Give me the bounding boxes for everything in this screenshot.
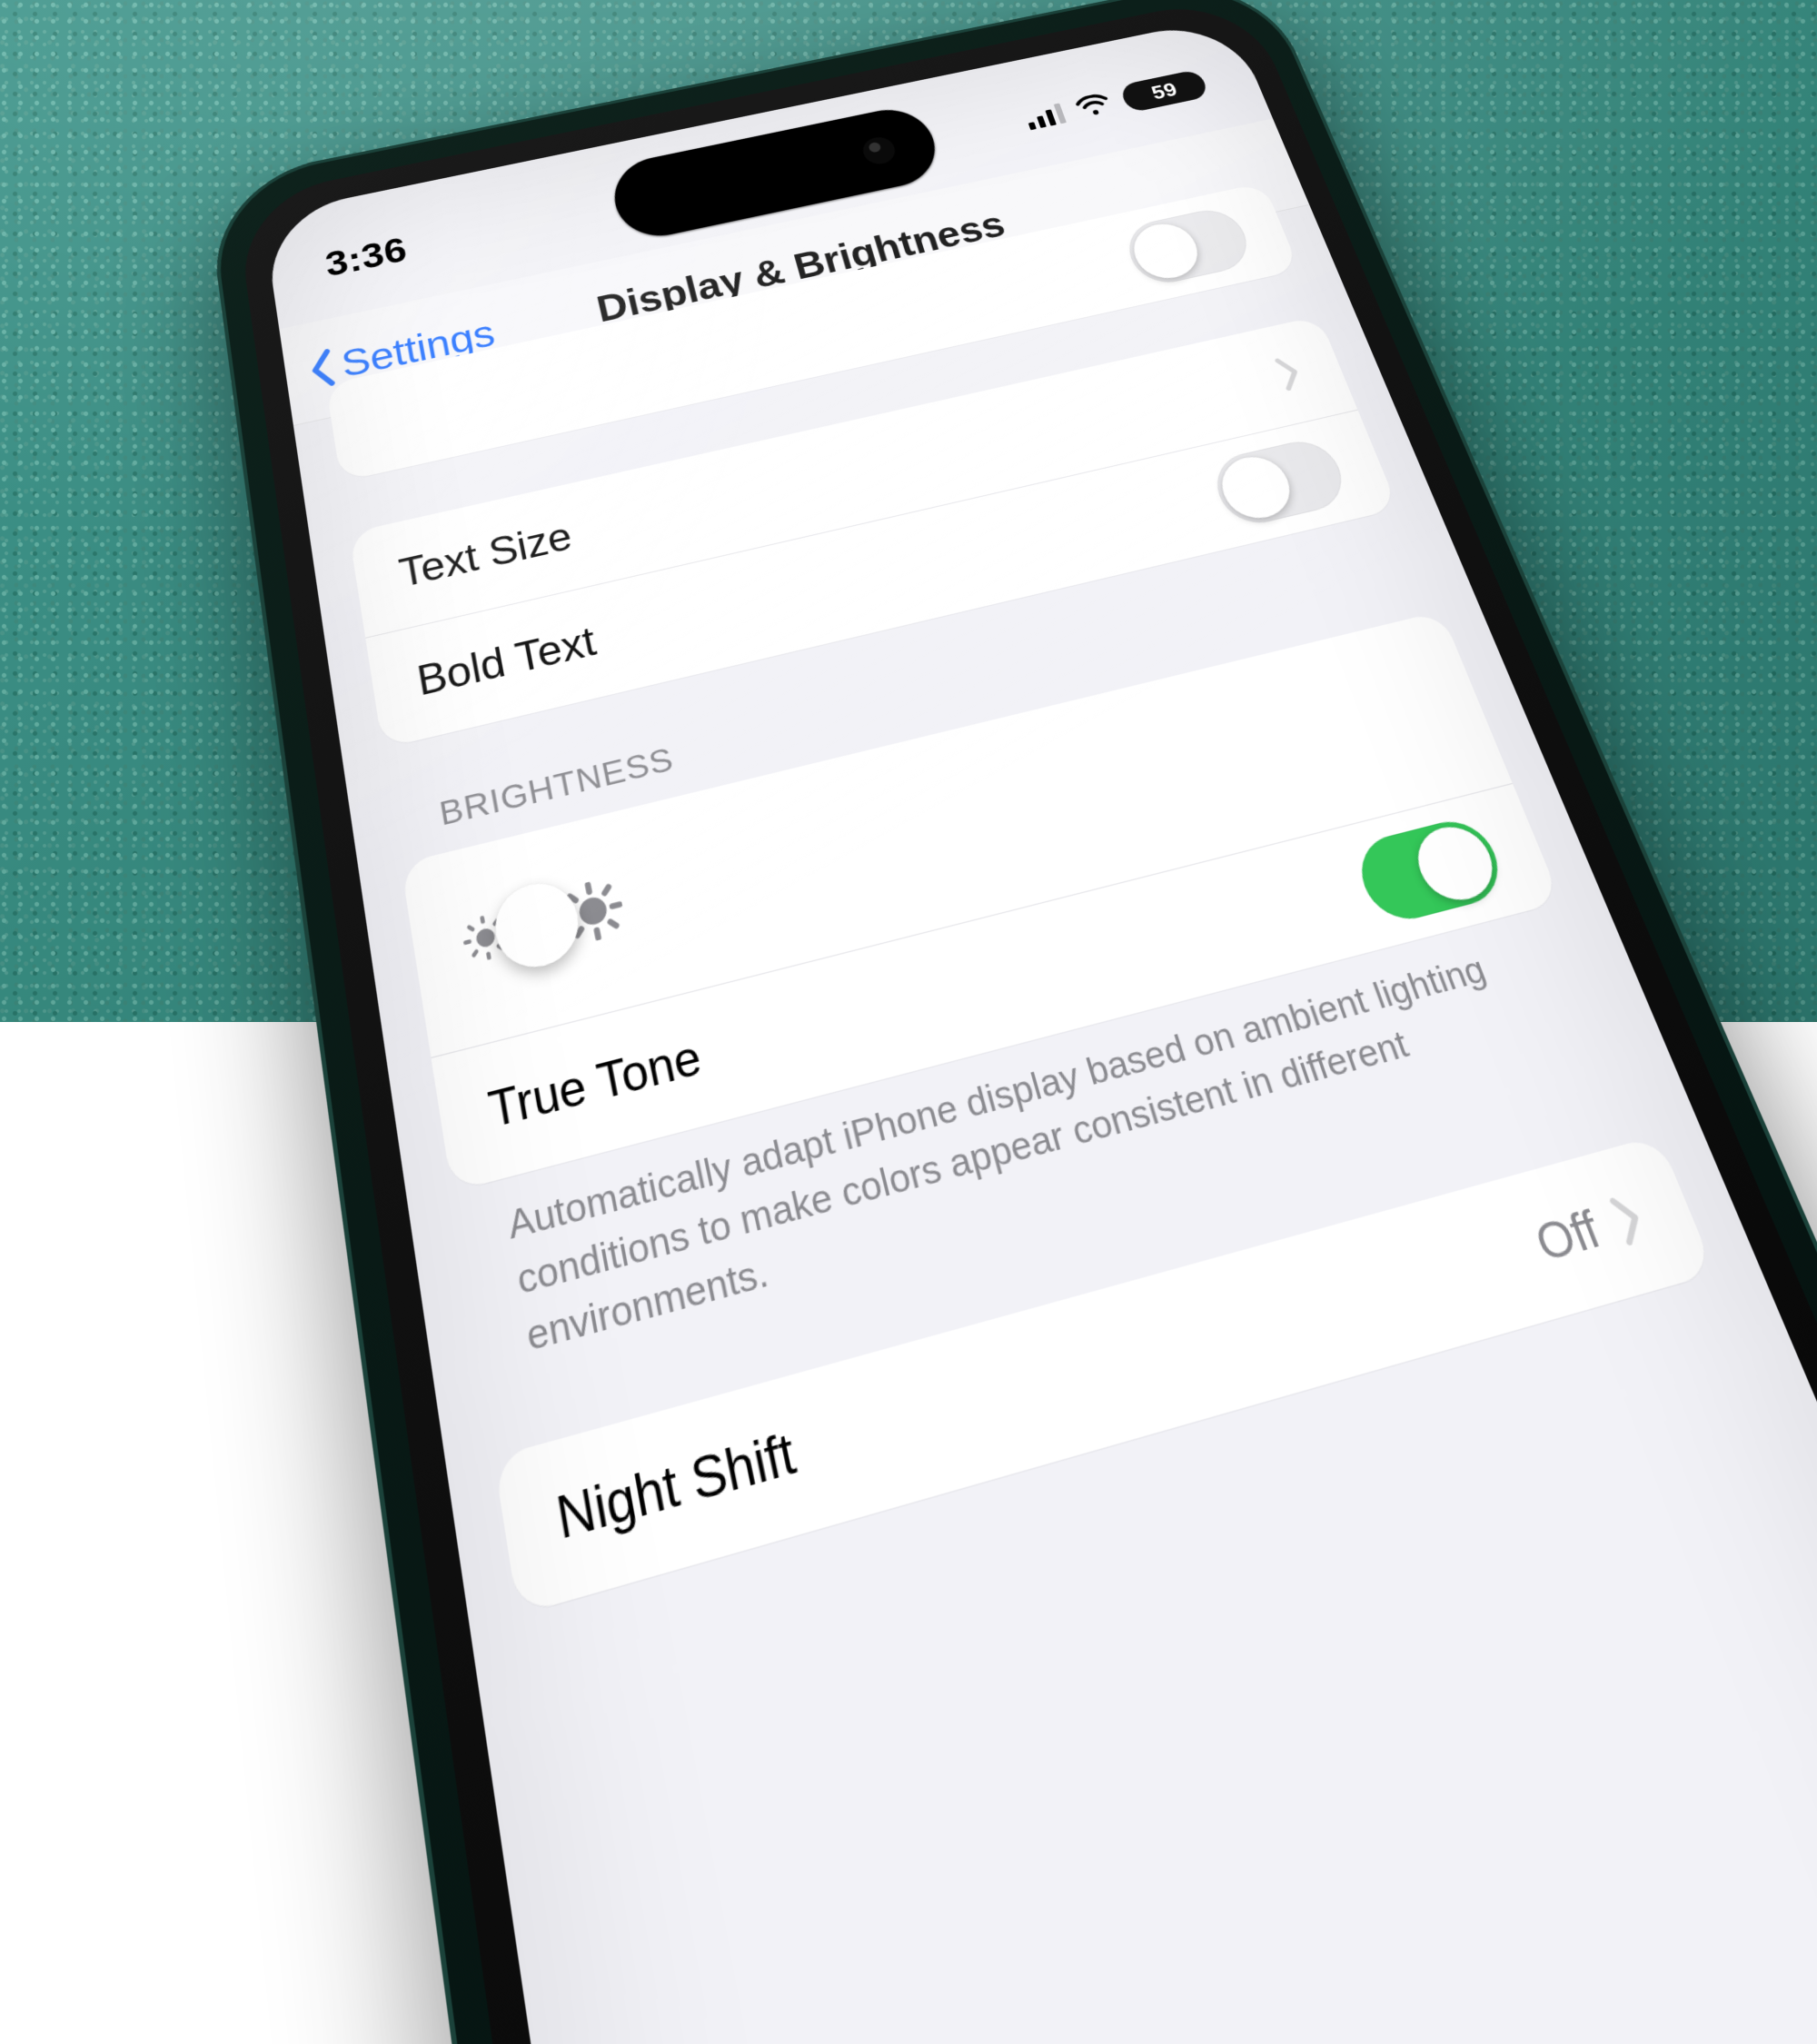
brightness-slider[interactable] (536, 919, 538, 929)
label-true-tone: True Tone (485, 1030, 707, 1140)
settings-content: Text Size Bold Text BRIGHTNESS (293, 204, 1817, 2044)
battery-pill: 59 (1118, 69, 1210, 114)
cellular-icon (1023, 102, 1067, 130)
true-tone-toggle[interactable] (1350, 813, 1511, 928)
phone-stage: 3:36 59 (0, 0, 1817, 1022)
value-night-shift: Off (1528, 1200, 1608, 1274)
label-text-size: Text Size (396, 514, 576, 597)
wifi-icon (1074, 92, 1113, 119)
automatic-toggle[interactable] (1120, 204, 1256, 289)
phone: 3:36 59 (244, 2, 1817, 2044)
label-bold-text: Bold Text (414, 619, 601, 706)
label-night-shift: Night Shift (552, 1421, 801, 1553)
bold-text-toggle[interactable] (1207, 435, 1353, 531)
chevron-right-icon (1272, 355, 1306, 392)
chevron-left-icon (305, 348, 339, 391)
chevron-right-icon (1606, 1192, 1650, 1246)
status-clock: 3:36 (323, 231, 410, 285)
phone-screen: 3:36 59 (263, 16, 1817, 2044)
